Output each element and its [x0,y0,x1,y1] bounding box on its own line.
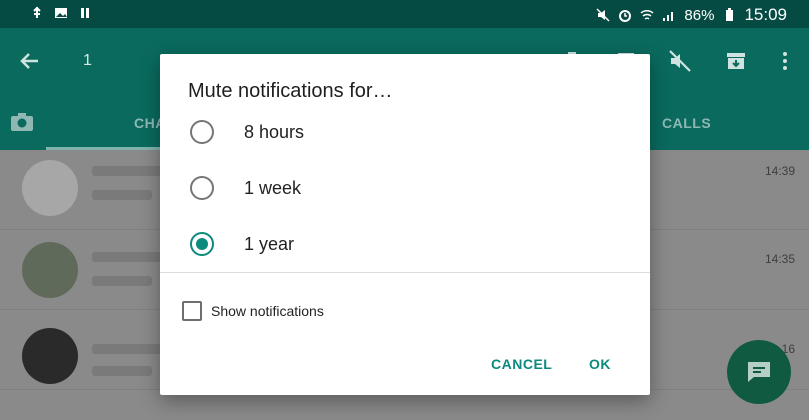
chat-preview-blurred [92,276,152,286]
radio-button[interactable] [190,120,214,144]
archive-icon[interactable] [724,49,748,73]
radio-button-selected[interactable] [190,232,214,256]
ok-button[interactable]: OK [589,356,611,372]
option-1-year[interactable]: 1 year [188,224,628,264]
camera-icon[interactable] [10,112,34,132]
battery-icon [726,8,734,21]
option-label: 1 year [244,234,295,254]
image-icon [55,8,67,18]
battery-percent: 86% [684,6,715,24]
more-vert-icon[interactable] [773,49,797,73]
chat-time: 14:39 [764,164,795,178]
checkbox-label: Show notifications [211,303,324,319]
usb-icon [33,6,41,18]
chat-preview-blurred [92,190,152,200]
tab-calls[interactable]: CALLS [662,115,711,131]
option-1-week[interactable]: 1 week [188,168,628,208]
checkbox[interactable] [182,301,202,321]
mute-icon [596,8,610,22]
avatar [22,328,78,384]
new-chat-fab[interactable] [727,340,791,404]
message-icon [748,362,770,382]
divider [160,272,650,273]
option-8-hours[interactable]: 8 hours [188,112,628,152]
selected-count: 1 [83,52,92,69]
mute-dialog: Mute notifications for… 8 hours 1 week 1… [160,54,650,395]
chat-name-blurred [92,344,162,354]
radio-button[interactable] [190,176,214,200]
option-label: 1 week [244,178,302,198]
signal-icon [663,12,674,21]
avatar [22,160,78,216]
dialog-title: Mute notifications for… [188,80,393,102]
status-bar: 86% 15:09 [0,0,809,28]
cancel-button[interactable]: CANCEL [491,356,552,372]
wifi-icon [640,9,654,20]
chat-preview-blurred [92,366,152,376]
chat-name-blurred [92,252,162,262]
alarm-icon [619,10,632,22]
chat-time: 14:35 [764,252,795,266]
option-label: 8 hours [244,122,305,142]
avatar [22,242,78,298]
show-notifications-checkbox[interactable]: Show notifications [182,299,382,323]
back-arrow-icon[interactable] [18,49,42,73]
pause-icon [81,8,89,18]
mute-icon[interactable] [668,49,692,73]
clock: 15:09 [744,5,787,24]
